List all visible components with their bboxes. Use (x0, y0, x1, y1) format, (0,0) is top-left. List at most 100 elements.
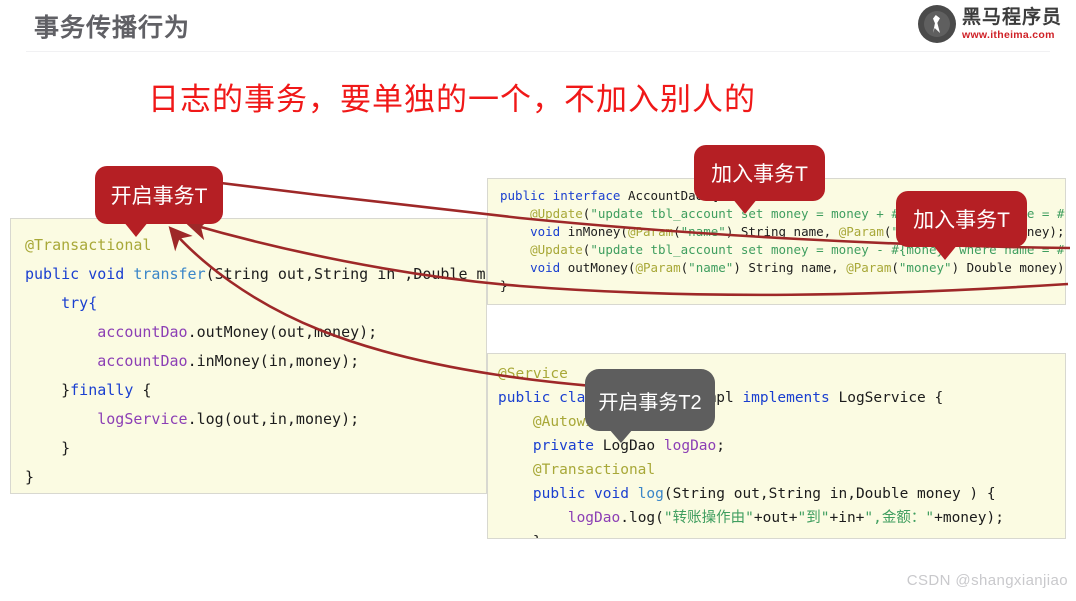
code-line: logService.log(out,in,money); (25, 405, 486, 434)
csdn-watermark: CSDN @shangxianjiao (906, 572, 1068, 589)
code-token: .log(out,in,money); (187, 410, 360, 428)
code-token: } (25, 439, 71, 457)
code-token: "money" (898, 260, 952, 275)
code-token: LogService { (838, 390, 944, 406)
code-token: ( (891, 260, 899, 275)
code-token: ) String name, (725, 224, 839, 239)
code-token: } (500, 278, 508, 293)
code-line: accountDao.outMoney(out,money); (25, 318, 486, 347)
code-token: ) Double money); (951, 260, 1066, 275)
code-token: @Service (498, 366, 568, 382)
code-token: .inMoney(in,money); (187, 352, 360, 370)
code-line: public void transfer(String out,String i… (25, 260, 486, 289)
code-token: accountDao (97, 352, 188, 370)
code-token: } (25, 381, 71, 399)
code-token: } (498, 534, 542, 538)
code-line: }finally { (25, 376, 486, 405)
code-token: implements (742, 390, 839, 406)
logo-url: www.itheima.com (961, 28, 1055, 41)
code-token: logDao (567, 510, 621, 526)
code-token: void (530, 260, 568, 275)
code-token: void (530, 224, 568, 239)
code-line: accountDao.inMoney(in,money); (25, 347, 486, 376)
code-token: try{ (25, 294, 98, 312)
code-token: logDao (663, 438, 717, 454)
code-token: ",金额：" (864, 510, 935, 526)
code-line: public void log(String out,String in,Dou… (498, 482, 1065, 506)
code-token: @Update (530, 242, 583, 257)
slide-header: 事务传播行为 黑马程序员 www.itheima.com (0, 0, 1076, 52)
callout-join-transaction-t-inmoney[interactable]: 加入事务T (694, 145, 825, 214)
code-token: (String out,String in ,Double money (205, 265, 486, 283)
logo-name: 黑马程序员 (961, 6, 1062, 28)
log-service-impl-code: @Service public class LogServiceImpl impl… (487, 353, 1066, 539)
callout-open-t-label: 开启事务T (110, 185, 208, 208)
code-token: { (133, 381, 152, 399)
code-line: @Autowired (498, 410, 1065, 434)
code-token: .outMoney(out,money); (187, 323, 378, 341)
code-token: (String out,String in,Double money ) { (663, 486, 996, 502)
code-line: private LogDao logDao; (498, 434, 1065, 458)
callout-join-t-1-label: 加入事务T (711, 163, 808, 186)
code-token: .log( (620, 510, 664, 526)
code-token: transfer (133, 265, 206, 283)
code-token: public (498, 390, 560, 406)
code-token: finally (70, 381, 134, 399)
code-line: } (25, 463, 486, 492)
code-token: "到" (797, 510, 830, 526)
brand-logo: 黑马程序员 www.itheima.com (917, 5, 1062, 43)
header-divider (26, 51, 1050, 52)
code-token: @Param (635, 260, 681, 275)
code-token: @Update (530, 206, 583, 221)
code-token: public interface (500, 188, 628, 203)
page-title: 事务传播行为 (34, 14, 191, 42)
code-token: void (594, 486, 638, 502)
callout-open-transaction-t[interactable]: 开启事务T (95, 166, 223, 237)
code-token: +money); (934, 510, 1004, 526)
code-token: ; (716, 438, 725, 454)
code-token: @Param (838, 224, 884, 239)
code-token: public (25, 265, 89, 283)
callout-join-transaction-t-outmoney[interactable]: 加入事务T (896, 191, 1027, 260)
callout-open-transaction-t2[interactable]: 开启事务T2 (585, 369, 715, 443)
code-token: LogDao (602, 438, 664, 454)
code-token: void (88, 265, 134, 283)
code-token: @Transactional (25, 236, 152, 254)
code-token: accountDao (97, 323, 188, 341)
code-token: "name" (680, 224, 726, 239)
code-token: outMoney( (567, 260, 636, 275)
code-line: public class LogServiceImpl implements L… (498, 386, 1065, 410)
code-token: @Transactional (532, 462, 656, 478)
code-token: } (25, 468, 35, 486)
code-token: ( (673, 224, 681, 239)
callout-open-t2-label: 开启事务T2 (598, 391, 702, 414)
logo-text-wrap: 黑马程序员 www.itheima.com (962, 8, 1062, 41)
code-token: ) String name, (733, 260, 847, 275)
code-token: public (532, 486, 595, 502)
code-line: try{ (25, 289, 486, 318)
code-token: +out+ (753, 510, 798, 526)
code-line: } (500, 277, 1065, 295)
code-token: log (637, 486, 664, 502)
code-line: logDao.log("转账操作由"+out+"到"+in+",金额："+mon… (498, 506, 1065, 530)
horse-circle-icon (917, 5, 956, 43)
code-line: } (25, 434, 486, 463)
code-line: @Transactional (498, 458, 1065, 482)
code-token: "转账操作由" (663, 510, 754, 526)
code-token: +in+ (829, 510, 865, 526)
code-token: inMoney( (567, 224, 628, 239)
code-line: void outMoney(@Param("name") String name… (500, 259, 1065, 277)
code-line: @Service (498, 362, 1065, 386)
callout-join-t-2-label: 加入事务T (913, 209, 1010, 232)
